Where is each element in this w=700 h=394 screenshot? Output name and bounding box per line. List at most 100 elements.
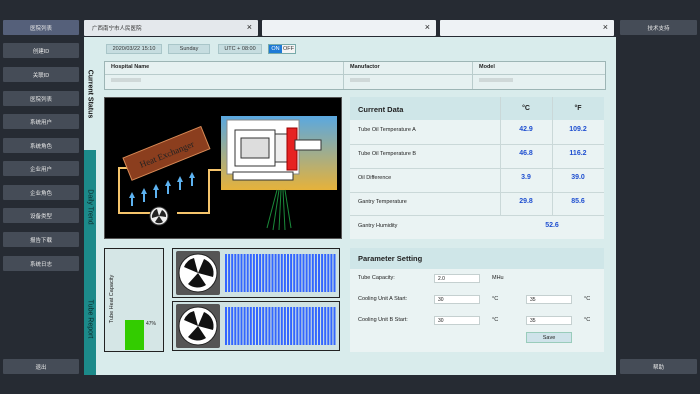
airflow-bar	[280, 307, 283, 345]
sidebar-item-enterprise-users[interactable]: 企业用户	[3, 161, 79, 176]
cooling-unit-a	[172, 248, 340, 298]
sidebar-item-hospitals[interactable]: 医院列表	[3, 91, 79, 106]
fan-icon	[176, 304, 220, 348]
airflow-bar	[296, 254, 299, 292]
data-value-f: 116.2	[569, 150, 587, 157]
tab-2[interactable]: ×	[262, 20, 436, 36]
sidebar-item-system-roles[interactable]: 系统角色	[3, 138, 79, 153]
sidebar-item-link-id[interactable]: 关联ID	[3, 67, 79, 82]
fan-a-airflow	[225, 254, 336, 292]
airflow-bar	[256, 307, 258, 345]
help-button[interactable]: 帮助	[620, 359, 697, 374]
close-icon[interactable]: ×	[603, 22, 608, 32]
logout-button[interactable]: 退出	[3, 359, 79, 374]
fan-a-graphic	[176, 251, 336, 295]
airflow-bar	[237, 254, 240, 292]
airflow-bar	[262, 254, 265, 292]
sidebar-item-enterprise-roles[interactable]: 企业角色	[3, 185, 79, 200]
cooling-a-stop-input[interactable]: 35	[526, 295, 572, 304]
cooling-a-unit-2: °C	[584, 296, 591, 302]
tab-daily-trend[interactable]: Daily Trend	[84, 150, 96, 263]
close-icon[interactable]: ×	[425, 22, 430, 32]
airflow-bar	[259, 254, 262, 292]
tube-heat-capacity-panel: Tube Heat Capacity 47%	[104, 248, 164, 352]
airflow-bar	[305, 307, 308, 345]
airflow-bar	[296, 307, 299, 345]
data-row-label: Oil Difference	[358, 175, 392, 181]
capacity-bar-fill	[125, 320, 144, 350]
airflow-bar	[305, 254, 308, 292]
sidebar-item-create-id[interactable]: 创建ID	[3, 43, 79, 58]
sidebar-item-label: 系统角色	[29, 143, 52, 150]
cooling-a-unit-1: °C	[492, 296, 499, 302]
toggle-off[interactable]: OFF	[282, 45, 295, 53]
current-data-title: Current Data	[358, 105, 404, 114]
airflow-bar	[277, 307, 280, 345]
current-data-table: Current Data °C °F Tube Oil Temperature …	[350, 97, 604, 239]
sidebar-item-label: 创建ID	[32, 48, 50, 55]
capacity-label: Tube Heat Capacity	[109, 274, 115, 324]
airflow-bar	[231, 307, 234, 345]
capacity-percent: 47%	[146, 321, 157, 327]
tab-hospital[interactable]: 广西南宁市人民医院 ×	[84, 20, 258, 36]
airflow-bar	[274, 254, 277, 292]
parameter-setting-panel: Parameter Setting Tube Capacity: 2.0 MHu…	[350, 248, 604, 352]
xray-beam	[266, 189, 292, 231]
cooling-b-label: Cooling Unit B Start:	[358, 317, 408, 323]
cooling-a-start-input[interactable]: 30	[434, 295, 480, 304]
sidebar-item-system-log[interactable]: 系统日志	[3, 256, 79, 271]
airflow-bar	[271, 307, 274, 345]
on-off-toggle[interactable]: ON OFF	[268, 44, 296, 54]
manufactor-column: Manufactor	[344, 62, 473, 89]
airflow-bar	[324, 254, 327, 292]
pump-fan-icon	[149, 206, 169, 226]
cooling-b-start-input[interactable]: 30	[434, 316, 480, 325]
tab-3[interactable]: ×	[440, 20, 614, 36]
tab-tube-report[interactable]: Tube Report	[84, 263, 96, 375]
weekday-display: Sunday	[168, 44, 210, 54]
sidebar-item-report-download[interactable]: 报告下载	[3, 232, 79, 247]
humidity-value: 52.6	[545, 222, 559, 229]
cooling-diagram: Heat Exchanger	[104, 97, 342, 239]
sidebar-item-system-users[interactable]: 系统用户	[3, 114, 79, 129]
airflow-bar	[333, 254, 336, 292]
cooling-b-stop-input[interactable]: 35	[526, 316, 572, 325]
save-button[interactable]: Save	[526, 332, 572, 343]
airflow-bar	[308, 307, 311, 345]
airflow-bar	[327, 254, 330, 292]
airflow-bar	[228, 254, 231, 292]
tab-current-status[interactable]: Current Status	[84, 37, 96, 150]
sidebar-item-hospital-list[interactable]: 医院列表	[3, 20, 79, 35]
tube-capacity-input[interactable]: 2.0	[434, 274, 480, 283]
airflow-bar	[243, 307, 246, 345]
cooling-b-unit-2: °C	[584, 317, 591, 323]
data-row-label: Gantry Humidity	[358, 223, 398, 229]
airflow-bar	[318, 254, 320, 292]
sidebar-item-label: 系统日志	[29, 261, 52, 268]
current-status-content: 2020/03/22 15:10 Sunday UTC + 08:00 ON O…	[100, 37, 616, 375]
heat-exchanger: Heat Exchanger	[122, 125, 211, 181]
airflow-bar	[302, 307, 305, 345]
airflow-bar	[249, 254, 252, 292]
toggle-on[interactable]: ON	[269, 45, 282, 53]
sidebar-item-device-types[interactable]: 设备类型	[3, 208, 79, 223]
airflow-bar	[293, 307, 296, 345]
data-row-label: Tube Oil Temperature B	[358, 151, 417, 157]
sidebar-item-label: 医院列表	[29, 25, 52, 32]
airflow-bar	[252, 307, 255, 345]
parameter-setting-title: Parameter Setting	[350, 248, 604, 269]
sidebar-item-label: 企业用户	[29, 166, 52, 173]
help-label: 帮助	[652, 364, 664, 371]
airflow-bar	[262, 307, 265, 345]
close-icon[interactable]: ×	[247, 22, 252, 32]
tech-support-button[interactable]: 技术支持	[620, 20, 697, 35]
sidebar-item-label: 报告下载	[29, 237, 52, 244]
airflow-bar	[234, 254, 237, 292]
fan-icon	[176, 251, 220, 295]
airflow-bar	[308, 254, 311, 292]
sidebar-item-label: 系统用户	[29, 119, 52, 126]
weekday-text: Sunday	[179, 46, 199, 52]
airflow-bar	[249, 307, 252, 345]
sidebar-item-label: 医院列表	[29, 96, 52, 103]
sidebar-item-label: 设备类型	[29, 213, 52, 220]
